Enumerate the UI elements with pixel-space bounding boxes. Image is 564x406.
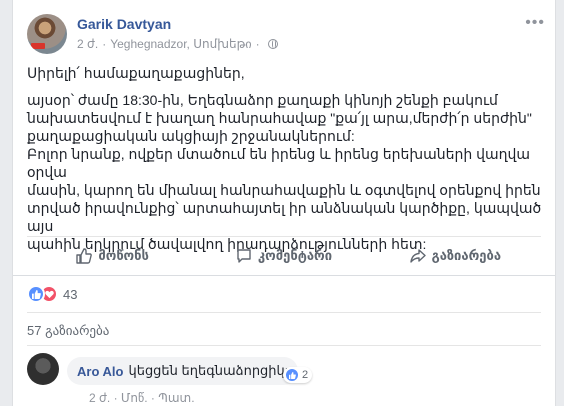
post-line: այսօր՝ ժամը 18:30-ին, Եղեգնաձոր քաղաքի կ… [27,92,498,108]
post-time[interactable]: 2 ժ. [77,37,98,51]
post-card: Garik Davtyan 2 ժ. · Yeghegnadzor, Սոմխեթი… [12,0,556,406]
post-meta: 2 ժ. · Yeghegnadzor, Սոմխեթი · [77,37,278,51]
divider [27,345,541,346]
like-button[interactable]: მოწონს [27,237,198,275]
comment-like-count: 2 [302,369,309,381]
comment-reactions[interactable]: 2 [283,367,313,383]
divider [13,275,555,276]
like-reaction-icon [285,368,299,382]
comment-item: Aro Alo կեցցեն եղեգնաձորցիկ: 2 2 ժ. · Մո… [27,353,541,405]
share-icon [409,249,426,263]
divider [27,312,541,313]
like-label: მოწონს [98,248,149,263]
author-name[interactable]: Garik Davtyan [77,16,171,32]
post-line: նախատեսվում է խաղաղ հանրահավաք "քա՛յլ ար… [27,110,532,126]
comment-icon [237,249,251,263]
reactions-count: 43 [63,286,78,302]
reactions-summary[interactable]: 43 [27,285,77,303]
globe-icon [267,39,278,49]
post-actions: მოწონს კომენტარი გაზიარება [27,237,541,275]
comment-label: კომენტარი [257,248,333,263]
shares-count[interactable]: 57 გაზიარება [27,323,109,339]
commenter-avatar[interactable] [27,353,59,385]
post-line: քաղաքացիական ակցիայի շրջանակներում: [27,128,355,144]
post-line: Բոլոր նրանք, ովքեր մտածում են իրենց և իր… [27,146,531,180]
post-paragraph: այսօր՝ ժամը 18:30-ին, Եղեգնաձոր քաղաքի կ… [27,91,547,253]
comment-button[interactable]: კომენტარი [198,237,369,275]
comment-meta: 2 ժ. · Մոწ. · Պատ. [89,391,195,405]
post-greeting: Սիրելի՛ համաքաղաքացիներ, [27,65,245,81]
author-avatar[interactable] [27,14,67,54]
post-body: Սիրելի՛ համաքաղաքացիներ, այսօր՝ ժամը 18:… [27,64,547,253]
commenter-name[interactable]: Aro Alo [77,364,123,379]
post-line: մասին, կարող են միանալ հանրահավաքին և օգ… [27,182,541,198]
post-header: Garik Davtyan 2 ժ. · Yeghegnadzor, Սոմխեթი… [27,12,545,54]
comment-text: կեցցեն եղեգնաձորցիկ: [128,363,289,378]
thumbs-up-icon [76,248,93,264]
post-line: տրված իրավունքից՝ արտահայտել իր անձնական… [27,200,542,234]
comment-bubble: Aro Alo կեցցեն եղեգնաձորցիկ: [67,357,299,385]
share-button[interactable]: გაზიარება [370,237,541,275]
more-dots-icon[interactable]: ••• [525,14,545,32]
share-label: გაზიარება [431,248,502,263]
like-reaction-icon [27,285,45,303]
post-location[interactable]: Yeghegnadzor, Սոմխեթი [110,37,251,51]
